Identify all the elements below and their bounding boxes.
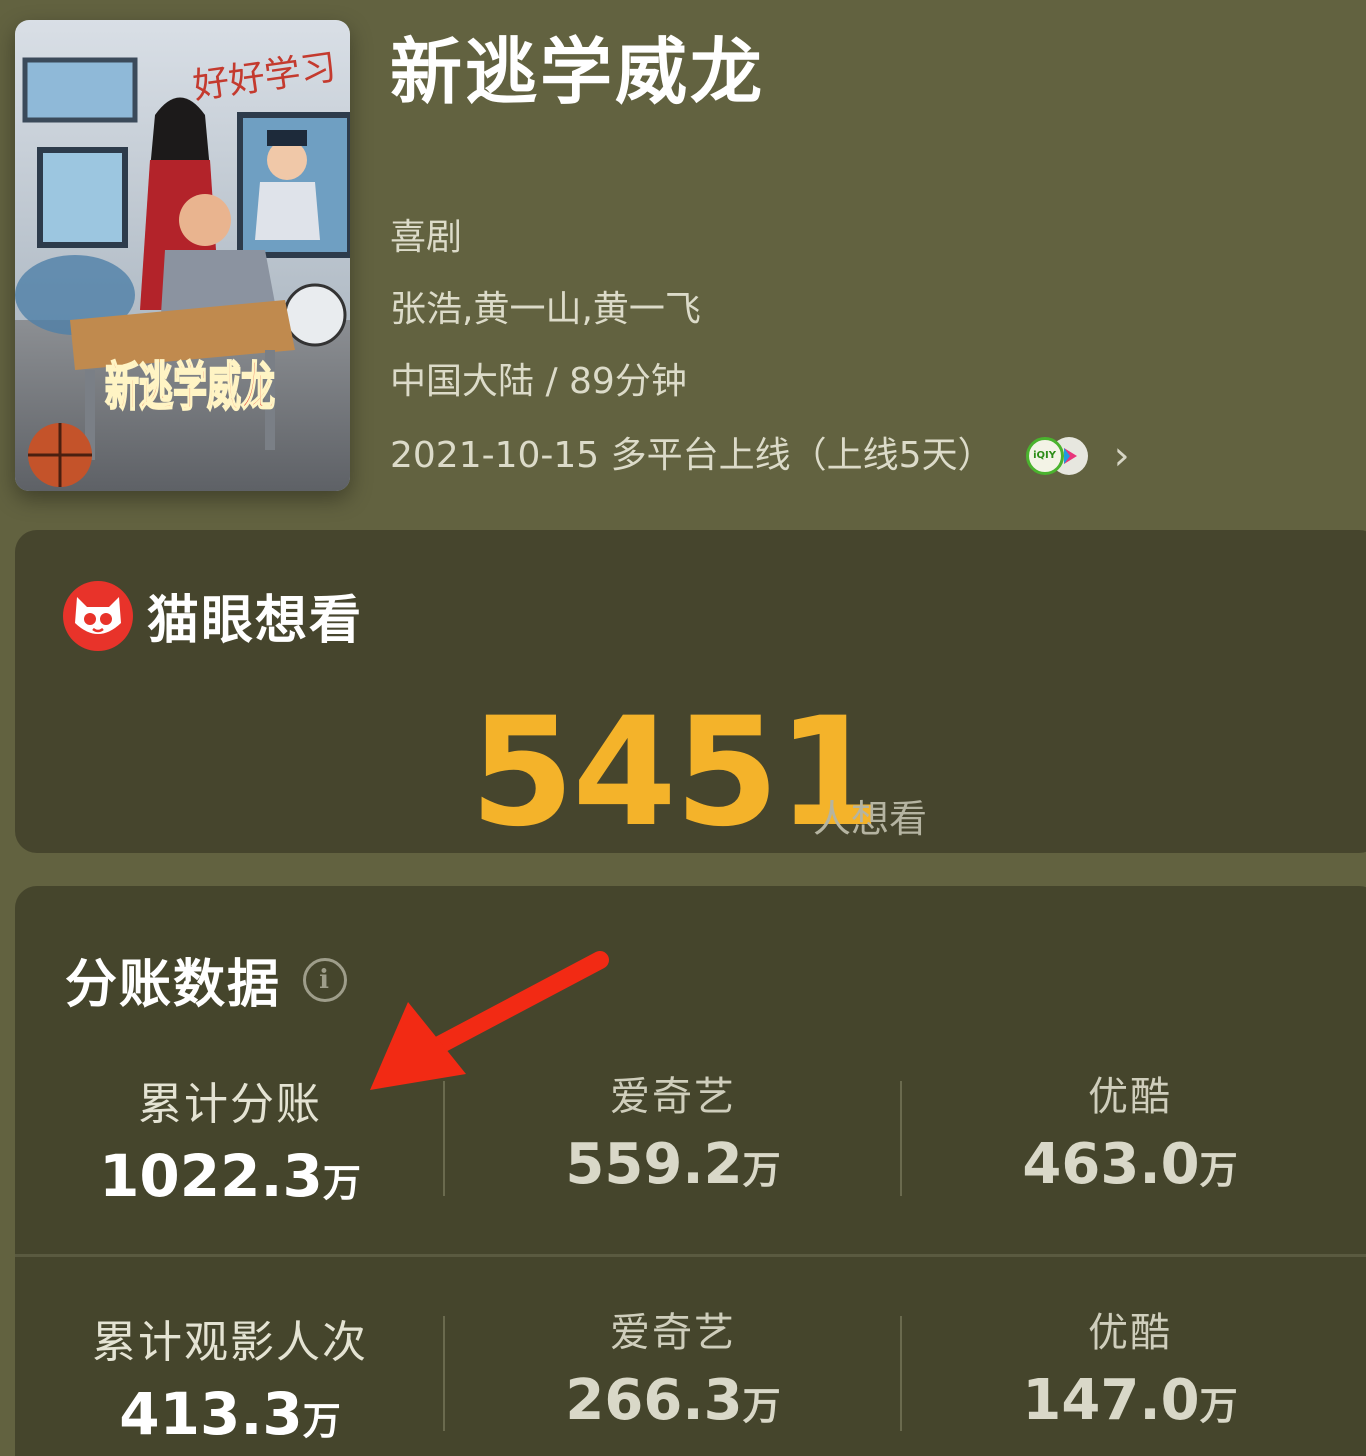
info-icon[interactable]: i [303, 957, 348, 1002]
movie-poster[interactable]: 好好学习 新逃学威龙 [15, 20, 350, 491]
share-data-title: 分账数据 [65, 955, 282, 1015]
stat-value: 1022.3万 [99, 1142, 361, 1210]
stat-value: 413.3万 [119, 1380, 341, 1448]
chevron-right-icon: › [1113, 433, 1130, 479]
movie-genre: 喜剧 [390, 217, 463, 258]
movie-release: 2021-10-15 多平台上线（上线5天） [390, 435, 994, 476]
poster-image: 好好学习 新逃学威龙 [15, 20, 350, 491]
want-title: 猫眼想看 [147, 591, 364, 651]
row-divider [15, 1254, 1366, 1257]
youku-share-stat: 优酷 463.0万 [930, 1064, 1330, 1197]
stat-label: 优酷 [1088, 1074, 1172, 1120]
movie-title: 新逃学威龙 [390, 30, 766, 114]
movie-detail-page: 好好学习 新逃学威龙 新逃学威龙 喜剧 张浩,黄一山,黄一飞 中国大陆 / 89… [0, 0, 1366, 1456]
release-row[interactable]: 2021-10-15 多平台上线（上线5天） iQIY › [390, 436, 1130, 476]
movie-region-duration: 中国大陆 / 89分钟 [390, 361, 687, 402]
divider [900, 1316, 902, 1431]
stat-value: 463.0万 [1022, 1132, 1238, 1197]
platform-badges: iQIY [1025, 437, 1088, 475]
want-to-see-card: 猫眼想看 5451 人想看 [15, 530, 1366, 853]
movie-cast: 张浩,黄一山,黄一飞 [390, 289, 701, 330]
iqiyi-viewers-stat: 爱奇艺 266.3万 [473, 1300, 873, 1433]
want-unit: 人想看 [813, 797, 928, 841]
stat-label: 优酷 [1088, 1310, 1172, 1356]
maoyan-cat-icon [63, 580, 133, 651]
divider [900, 1081, 902, 1196]
want-header: 猫眼想看 [63, 578, 363, 653]
iqiyi-icon: iQIY [1025, 437, 1064, 475]
total-viewers-stat: 累计观影人次 413.3万 [30, 1306, 430, 1448]
poster-logo-text: 新逃学威龙 [105, 357, 275, 418]
stat-value: 559.2万 [565, 1132, 781, 1197]
stat-value: 266.3万 [565, 1368, 781, 1433]
stat-label: 累计观影人次 [92, 1317, 368, 1368]
share-data-header: 分账数据 i [65, 942, 348, 1017]
stat-label: 爱奇艺 [610, 1310, 736, 1356]
divider [443, 1316, 445, 1431]
share-data-card: 分账数据 i 累计分账 1022.3万 爱奇艺 559.2万 优酷 463.0万… [15, 886, 1366, 1456]
youku-viewers-stat: 优酷 147.0万 [930, 1300, 1330, 1433]
red-arrow-annotation [370, 951, 609, 1090]
stat-value: 147.0万 [1022, 1368, 1238, 1433]
